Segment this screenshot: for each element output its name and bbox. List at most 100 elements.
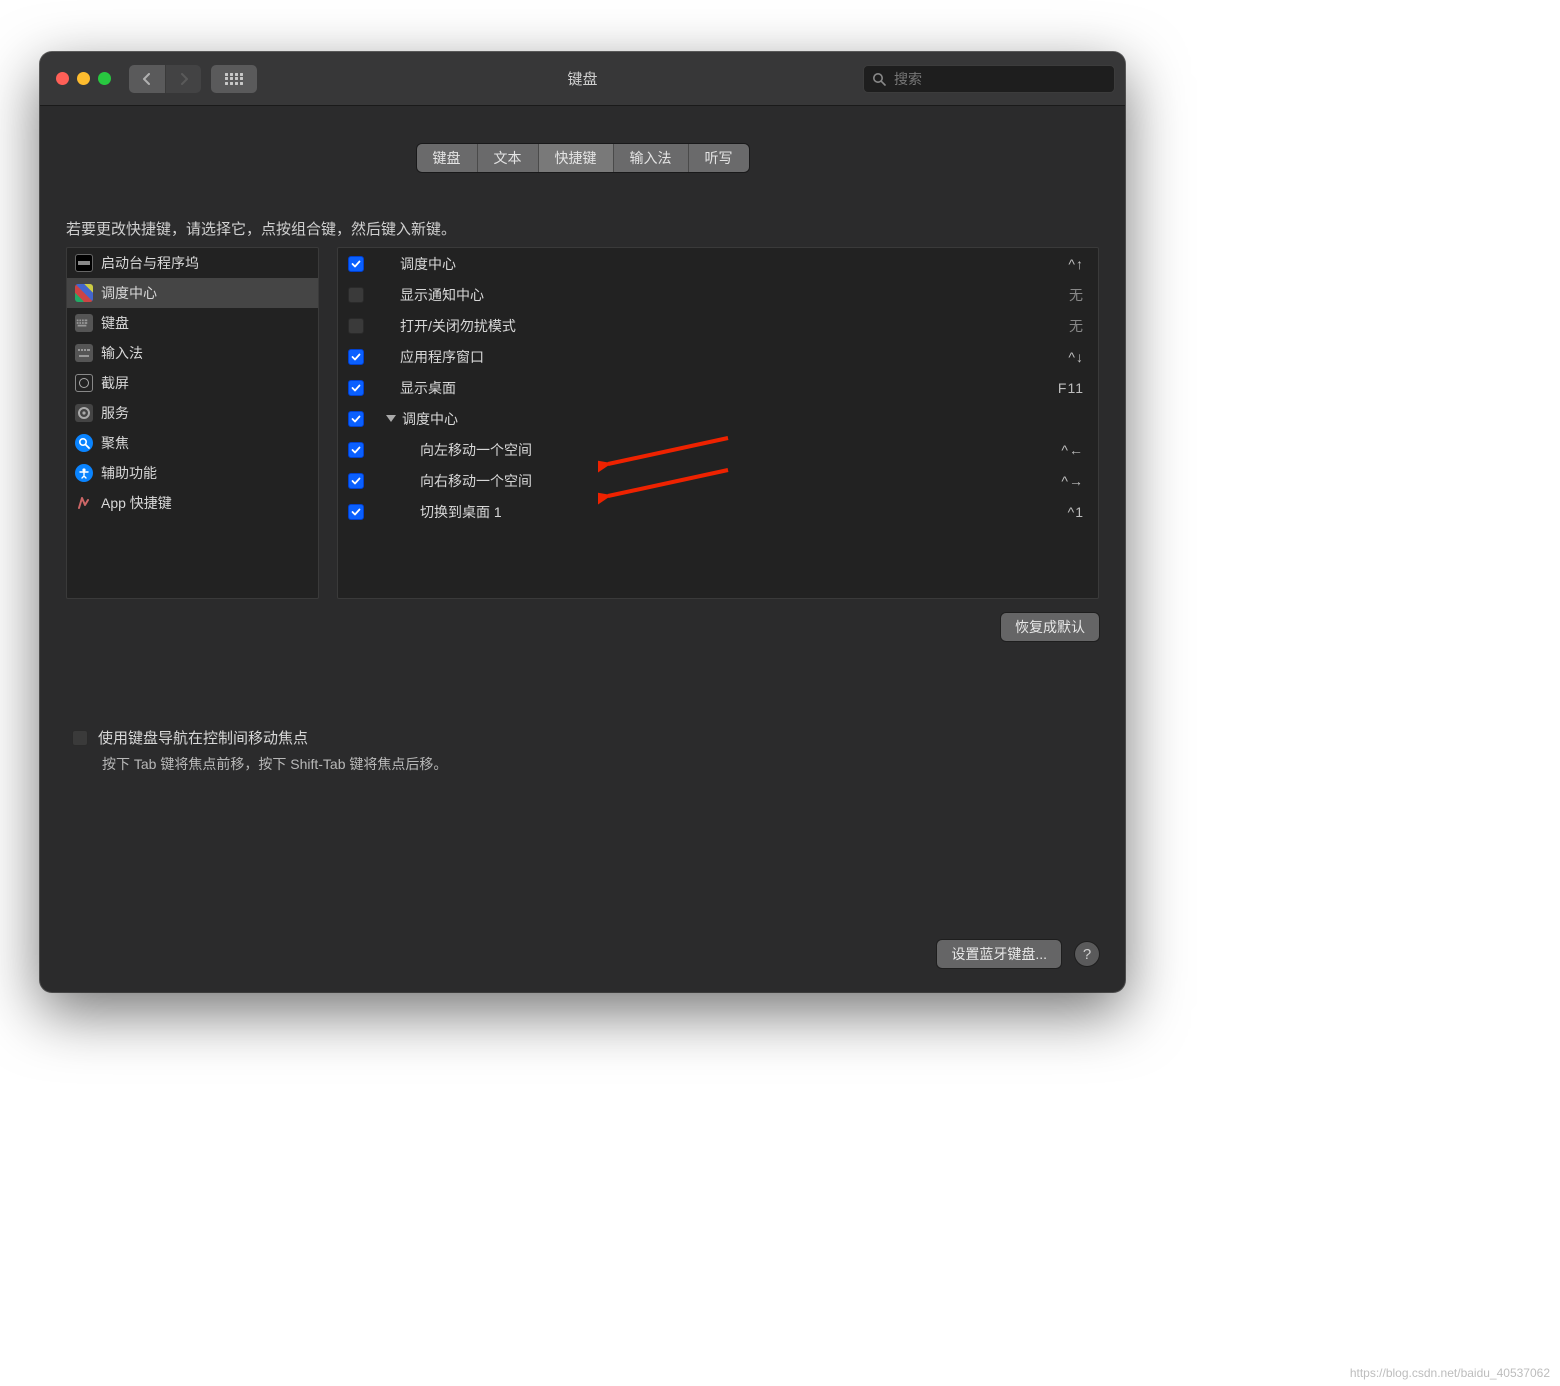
close-icon[interactable] <box>56 72 69 85</box>
category-label: 调度中心 <box>101 283 157 303</box>
shortcut-key: ^→ <box>1061 473 1084 489</box>
launchpad-icon <box>75 254 93 272</box>
category-mission[interactable]: 调度中心 <box>67 278 318 308</box>
shortcut-checkbox[interactable] <box>348 318 364 334</box>
shortcut-label: 调度中心 <box>372 254 456 274</box>
category-label: 聚焦 <box>101 433 129 453</box>
shortcut-row-8[interactable]: 切换到桌面 1 ^1 <box>338 496 1098 527</box>
screenshot-icon <box>75 374 93 392</box>
chevron-right-icon <box>179 73 189 85</box>
keyboard-nav-checkbox[interactable] <box>72 730 88 746</box>
mission-icon <box>75 284 93 302</box>
forward-button[interactable] <box>165 65 201 93</box>
tab-bar: 键盘文本快捷键输入法听写 <box>417 144 749 172</box>
category-label: 输入法 <box>101 343 143 363</box>
zoom-icon[interactable] <box>98 72 111 85</box>
shortcut-key: 无 <box>1069 285 1084 305</box>
minimize-icon[interactable] <box>77 72 90 85</box>
shortcut-row-3[interactable]: 应用程序窗口 ^↓ <box>338 341 1098 372</box>
shortcut-key: ^← <box>1061 442 1084 458</box>
access-icon <box>75 464 93 482</box>
bluetooth-keyboard-button[interactable]: 设置蓝牙键盘... <box>937 940 1061 968</box>
shortcut-label: 显示通知中心 <box>372 285 484 305</box>
shortcut-label: 切换到桌面 1 <box>372 502 502 522</box>
app-icon <box>75 494 93 512</box>
shortcut-key: ^↑ <box>1068 256 1084 272</box>
traffic-lights <box>56 72 111 85</box>
category-label: 截屏 <box>101 373 129 393</box>
shortcut-checkbox[interactable] <box>348 504 364 520</box>
chevron-left-icon <box>142 73 152 85</box>
preferences-window: 键盘 键盘文本快捷键输入法听写 若要更改快捷键，请选择它，点按组合键，然后键入新… <box>40 52 1125 992</box>
category-spotlight[interactable]: 聚焦 <box>67 428 318 458</box>
keyboard-icon <box>75 314 93 332</box>
search-input[interactable] <box>892 70 1106 88</box>
category-screenshot[interactable]: 截屏 <box>67 368 318 398</box>
shortcut-label: 向左移动一个空间 <box>372 440 532 460</box>
nav-buttons <box>129 65 201 93</box>
category-label: App 快捷键 <box>101 493 172 513</box>
help-button[interactable]: ? <box>1075 942 1099 966</box>
category-keyboard[interactable]: 键盘 <box>67 308 318 338</box>
restore-row: 恢复成默认 <box>66 613 1099 641</box>
category-launchpad[interactable]: 启动台与程序坞 <box>67 248 318 278</box>
instruction-text: 若要更改快捷键，请选择它，点按组合键，然后键入新键。 <box>66 218 1099 239</box>
shortcut-checkbox[interactable] <box>348 473 364 489</box>
disclosure-triangle-icon[interactable] <box>386 415 396 422</box>
show-all-button[interactable] <box>211 65 257 93</box>
shortcut-key: ^↓ <box>1068 349 1084 365</box>
tab-4[interactable]: 听写 <box>689 144 749 172</box>
keyboard-nav-description: 按下 Tab 键将焦点前移，按下 Shift-Tab 键将焦点后移。 <box>102 754 1099 774</box>
shortcut-label: 向右移动一个空间 <box>372 471 532 491</box>
back-button[interactable] <box>129 65 165 93</box>
window-title: 键盘 <box>567 68 597 89</box>
shortcut-row-4[interactable]: 显示桌面 F11 <box>338 372 1098 403</box>
search-field[interactable] <box>863 65 1115 93</box>
category-label: 键盘 <box>101 313 129 333</box>
panels: 启动台与程序坞调度中心键盘输入法截屏服务聚焦辅助功能App 快捷键 调度中心^↑… <box>66 247 1099 599</box>
watermark: https://blog.csdn.net/baidu_40537062 <box>1350 1366 1550 1380</box>
spotlight-icon <box>75 434 93 452</box>
category-app[interactable]: App 快捷键 <box>67 488 318 518</box>
shortcut-checkbox[interactable] <box>348 256 364 272</box>
shortcut-row-6[interactable]: 向左移动一个空间 ^← <box>338 434 1098 465</box>
shortcut-label: 显示桌面 <box>372 378 456 398</box>
keyboard-nav-label: 使用键盘导航在控制间移动焦点 <box>98 727 308 748</box>
shortcut-row-0[interactable]: 调度中心 ^↑ <box>338 248 1098 279</box>
tab-0[interactable]: 键盘 <box>417 144 478 172</box>
services-icon <box>75 404 93 422</box>
content-area: 键盘文本快捷键输入法听写 若要更改快捷键，请选择它，点按组合键，然后键入新键。 … <box>40 106 1125 992</box>
category-input[interactable]: 输入法 <box>67 338 318 368</box>
keyboard-nav-block: 使用键盘导航在控制间移动焦点 按下 Tab 键将焦点前移，按下 Shift-Ta… <box>72 727 1099 774</box>
category-label: 服务 <box>101 403 129 423</box>
shortcut-key: 无 <box>1069 316 1084 336</box>
shortcut-checkbox[interactable] <box>348 349 364 365</box>
tab-1[interactable]: 文本 <box>478 144 539 172</box>
shortcut-checkbox[interactable] <box>348 442 364 458</box>
shortcut-row-5[interactable]: 调度中心 <box>338 403 1098 434</box>
search-icon <box>872 72 886 86</box>
grid-icon <box>225 73 243 85</box>
shortcut-row-1[interactable]: 显示通知中心 无 <box>338 279 1098 310</box>
shortcut-label: 调度中心 <box>372 409 458 429</box>
shortcut-checkbox[interactable] <box>348 411 364 427</box>
tab-3[interactable]: 输入法 <box>614 144 689 172</box>
shortcut-label: 打开/关闭勿扰模式 <box>372 316 516 336</box>
restore-defaults-button[interactable]: 恢复成默认 <box>1001 613 1099 641</box>
shortcut-label: 应用程序窗口 <box>372 347 484 367</box>
category-label: 启动台与程序坞 <box>101 253 199 273</box>
tab-2[interactable]: 快捷键 <box>539 144 614 172</box>
input-icon <box>75 344 93 362</box>
category-label: 辅助功能 <box>101 463 157 483</box>
category-access[interactable]: 辅助功能 <box>67 458 318 488</box>
bottom-row: 设置蓝牙键盘... ? <box>66 910 1099 968</box>
shortcut-row-2[interactable]: 打开/关闭勿扰模式 无 <box>338 310 1098 341</box>
category-services[interactable]: 服务 <box>67 398 318 428</box>
shortcut-key: F11 <box>1058 380 1084 396</box>
shortcut-checkbox[interactable] <box>348 287 364 303</box>
category-list[interactable]: 启动台与程序坞调度中心键盘输入法截屏服务聚焦辅助功能 App 快捷键 <box>66 247 319 599</box>
shortcut-row-7[interactable]: 向右移动一个空间 ^→ <box>338 465 1098 496</box>
shortcut-list[interactable]: 调度中心^↑显示通知中心无打开/关闭勿扰模式无应用程序窗口^↓显示桌面F11调度… <box>337 247 1099 599</box>
shortcut-checkbox[interactable] <box>348 380 364 396</box>
shortcut-key: ^1 <box>1068 504 1084 520</box>
